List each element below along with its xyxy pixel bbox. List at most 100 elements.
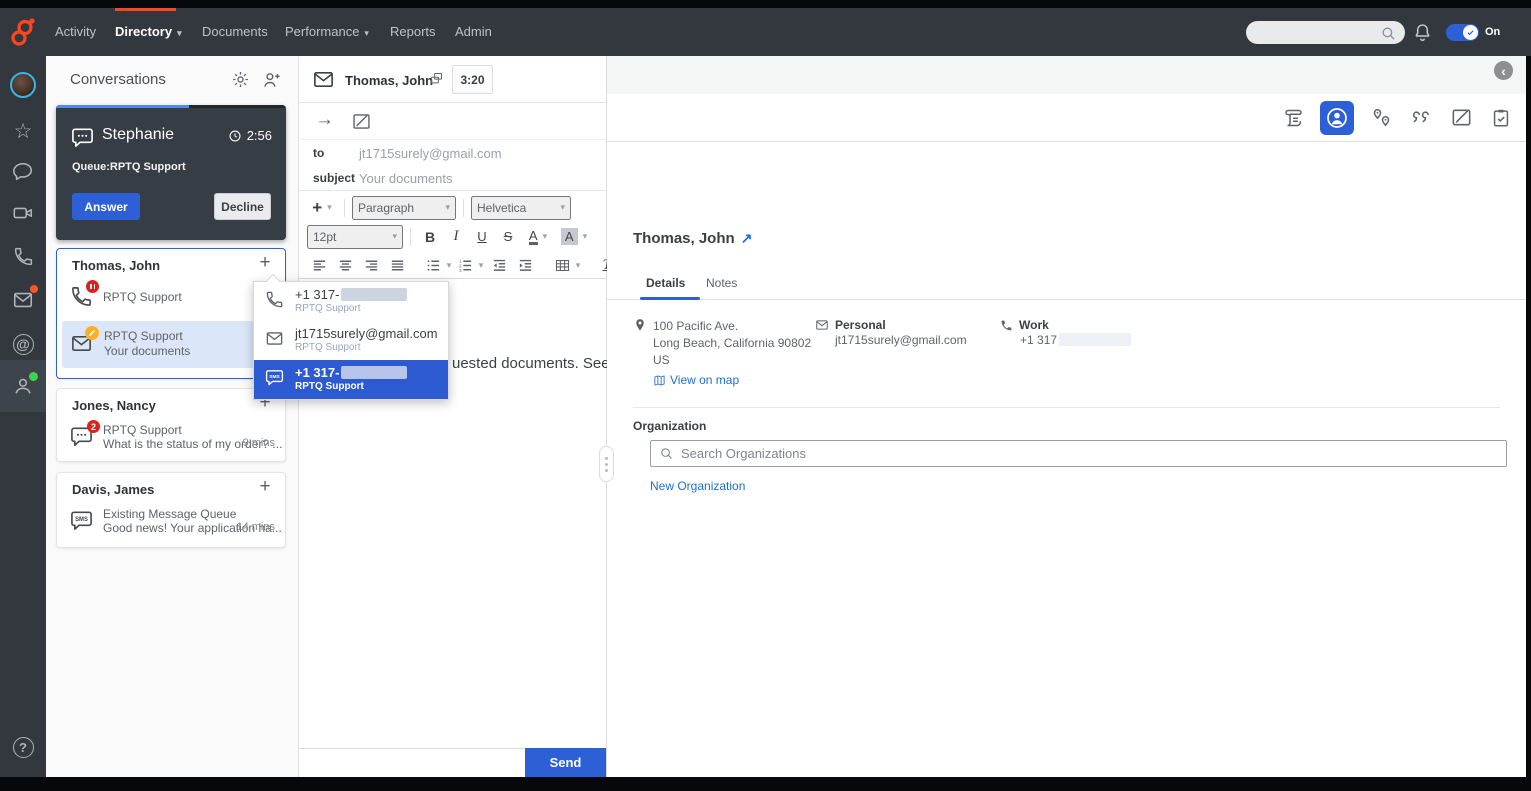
user-avatar[interactable] [10, 72, 36, 98]
organization-search-input[interactable] [681, 446, 1498, 461]
customer-journey-icon[interactable] [1368, 105, 1394, 131]
favorites-star-icon[interactable] [11, 119, 35, 143]
envelope-icon [815, 318, 829, 332]
nav-item-performance[interactable]: Performance [285, 8, 369, 56]
incoming-caller-name: Stephanie [102, 126, 174, 144]
align-center-button[interactable] [333, 254, 357, 278]
phone-value[interactable]: +1 317 [1020, 333, 1057, 347]
envelope-icon [312, 68, 335, 91]
italic-button[interactable]: I [444, 225, 468, 249]
chevron-down-icon [364, 28, 369, 38]
panel-resize-handle[interactable] [599, 446, 614, 482]
notes-icon[interactable] [1448, 105, 1474, 131]
decline-button[interactable]: Decline [214, 193, 271, 220]
sms-icon [70, 509, 94, 533]
text-color-button[interactable]: A [522, 225, 554, 249]
address-line: 100 Pacific Ave. [653, 318, 811, 335]
tab-details[interactable]: Details [646, 276, 685, 290]
nav-item-documents[interactable]: Documents [202, 8, 268, 56]
incoming-interaction-card[interactable]: Stephanie 2:56 Queue:RPTQ Support Answer… [56, 105, 286, 240]
wrapup-clipboard-icon[interactable] [1488, 105, 1514, 131]
draft-pencil-badge [85, 326, 99, 340]
organization-label: Organization [633, 419, 706, 433]
dropdown-item-sms[interactable]: +1 317- RPTQ Support [254, 360, 448, 399]
dropdown-item-call[interactable]: +1 317- RPTQ Support [254, 282, 448, 321]
conversation-card-thomas-john[interactable]: Thomas, John RPTQ Support RPTQ Support Y… [56, 248, 286, 379]
canned-responses-icon[interactable] [1408, 105, 1434, 131]
underline-button[interactable]: U [470, 225, 494, 249]
help-icon[interactable] [11, 735, 35, 759]
interaction-contact-name: Thomas, John [345, 73, 433, 88]
screen-pop-icon[interactable] [429, 71, 444, 86]
new-organization-link[interactable]: New Organization [650, 479, 745, 493]
align-left-button[interactable] [307, 254, 331, 278]
align-justify-button[interactable] [385, 254, 409, 278]
map-pin-icon [633, 318, 647, 389]
phone-icon[interactable] [11, 244, 35, 268]
bold-button[interactable]: B [418, 225, 442, 249]
unread-dot-badge [30, 285, 38, 293]
paragraph-style-select[interactable]: Paragraph [352, 196, 456, 220]
subject-value[interactable]: Your documents [359, 171, 452, 186]
notifications-bell-icon[interactable] [1412, 22, 1433, 43]
view-on-map-link[interactable]: View on map [653, 372, 811, 389]
nav-item-admin[interactable]: Admin [455, 8, 492, 56]
nav-item-activity[interactable]: Activity [55, 8, 96, 56]
interaction-queue: Existing Message Queue [103, 507, 236, 521]
on-queue-label: On Queue [1485, 8, 1531, 56]
send-button[interactable]: Send [525, 748, 606, 777]
align-right-button[interactable] [359, 254, 383, 278]
to-value[interactable]: jt1715surely@gmail.com [359, 146, 502, 161]
on-queue-toggle[interactable] [1446, 24, 1479, 41]
highlight-color-button[interactable]: A [556, 225, 592, 249]
answer-button[interactable]: Answer [72, 193, 140, 220]
conversation-card-jones-nancy[interactable]: Jones, Nancy 2 RPTQ Support What is the … [56, 388, 286, 462]
collapse-panel-button[interactable] [1494, 61, 1513, 80]
contact-profile-icon[interactable] [1320, 101, 1354, 135]
interaction-chat-row[interactable]: 2 RPTQ Support What is the status of my … [57, 419, 285, 457]
conversations-title: Conversations [70, 71, 166, 88]
dropdown-item-email[interactable]: jt1715surely@gmail.com RPTQ Support [254, 321, 448, 360]
interaction-time: 14 mins [236, 521, 275, 533]
incoming-queue-label: Queue:RPTQ Support [72, 161, 186, 173]
interaction-email-row-selected[interactable]: RPTQ Support Your documents [62, 321, 280, 368]
dropdown-item-queue: RPTQ Support [295, 381, 364, 392]
active-tab-indicator [640, 297, 700, 300]
insert-plus-button[interactable] [307, 196, 337, 220]
add-interaction-button[interactable] [253, 475, 277, 499]
inbox-email-icon[interactable] [11, 288, 35, 312]
genesys-logo-icon[interactable] [9, 17, 39, 49]
phone-icon [265, 290, 285, 310]
chat-icon[interactable] [11, 160, 35, 184]
transfer-arrow-icon[interactable] [315, 109, 334, 131]
strikethrough-button[interactable]: S [496, 225, 520, 249]
bullet-list-button[interactable] [423, 254, 453, 278]
dropdown-item-queue: RPTQ Support [295, 303, 361, 314]
indent-button[interactable] [513, 254, 537, 278]
compose-email-icon[interactable] [351, 111, 372, 132]
personal-email-block: Personal jt1715surely@gmail.com [815, 318, 967, 349]
numbered-list-button[interactable] [455, 254, 485, 278]
add-interaction-button[interactable] [253, 251, 277, 275]
tab-notes[interactable]: Notes [706, 276, 737, 290]
email-value[interactable]: jt1715surely@gmail.com [835, 332, 967, 349]
mentions-at-icon[interactable] [11, 332, 35, 356]
font-family-select[interactable]: Helvetica [471, 196, 571, 220]
font-size-select[interactable]: 12pt [307, 225, 403, 249]
interaction-script-icon[interactable] [1280, 105, 1306, 131]
nav-item-reports[interactable]: Reports [390, 8, 436, 56]
open-external-icon[interactable] [741, 230, 753, 246]
agents-person-icon[interactable] [11, 374, 35, 398]
email-body-text[interactable]: uested documents. See [452, 355, 610, 372]
outdent-button[interactable] [487, 254, 511, 278]
video-icon[interactable] [11, 201, 35, 225]
nav-item-directory[interactable]: Directory [115, 8, 182, 56]
interaction-call-row[interactable]: RPTQ Support [57, 279, 285, 317]
envelope-icon [70, 332, 94, 356]
chat-bubble-icon: 2 [70, 425, 94, 449]
interaction-sms-row[interactable]: Existing Message Queue Good news! Your a… [57, 503, 285, 541]
insert-table-button[interactable] [551, 254, 583, 278]
add-person-icon[interactable] [262, 70, 282, 90]
conversation-card-davis-james[interactable]: Davis, James Existing Message Queue Good… [56, 472, 286, 548]
gear-icon[interactable] [231, 70, 250, 89]
